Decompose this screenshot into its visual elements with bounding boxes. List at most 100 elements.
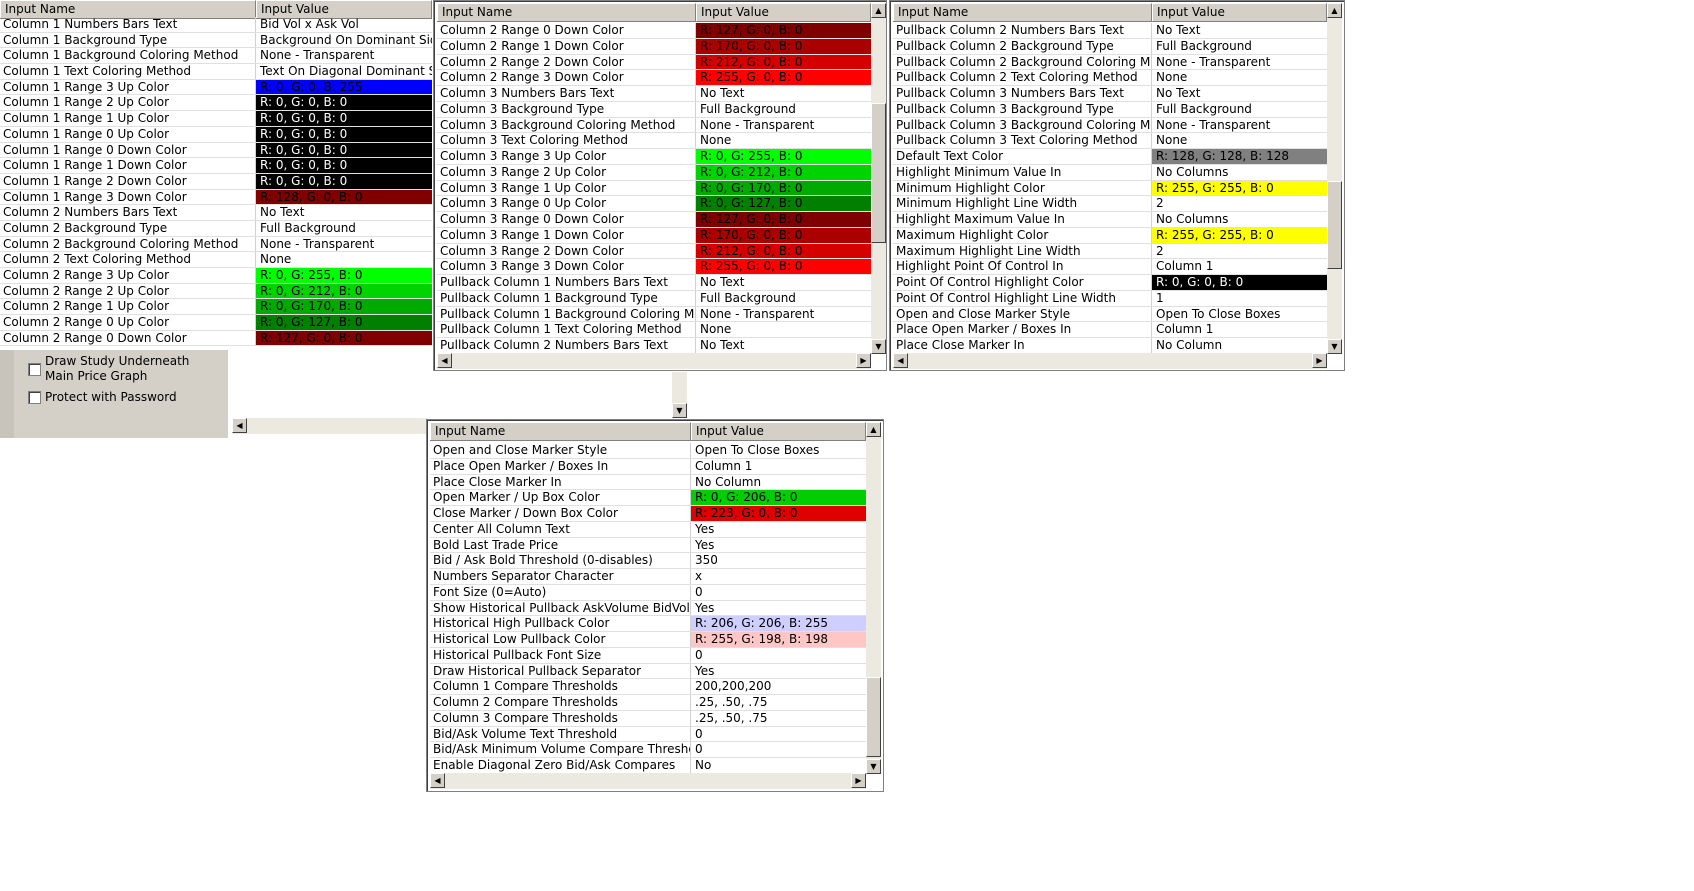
color-value-cell[interactable]: R: 128, G: 0, B: 0 [256,189,432,205]
input-value-cell[interactable]: No Text [696,86,871,101]
input-value-cell[interactable]: Open To Close Boxes [691,443,866,458]
input-value-cell[interactable]: No [691,758,866,773]
input-row[interactable]: Bid/Ask Minimum Volume Compare Thresho..… [430,742,866,758]
input-row[interactable]: Column 1 Text Coloring Method Text On Dia… [0,64,432,80]
input-row[interactable]: Pullback Column 3 Numbers Bars Text No Te… [893,86,1327,102]
input-row[interactable]: Show Historical Pullback AskVolume BidVo… [430,600,866,617]
input-value-cell[interactable]: Yes [691,522,866,537]
color-value-cell[interactable]: R: 0, G: 255, B: 0 [696,149,871,164]
input-row[interactable]: Point Of Control Highlight Line Width 1 [893,290,1327,307]
panel-2-hscrollbar[interactable]: ◀ ▶ [437,353,871,369]
color-value-cell[interactable]: R: 0, G: 0, B: 0 [256,111,432,126]
input-value-cell[interactable]: Full Background [696,102,871,117]
input-row[interactable]: Place Close Marker In No Column [430,474,866,491]
input-value-cell[interactable]: None - Transparent [696,307,871,322]
header-input-value[interactable]: Input Value [1152,3,1327,21]
input-row[interactable]: Column 3 Text Coloring Method None [437,133,871,149]
input-row[interactable]: Column 3 Range 3 Down Color R: 255, G: 0,… [437,259,871,275]
input-row[interactable]: Column 3 Range 0 Down Color R: 127, G: 0,… [437,212,871,228]
input-row[interactable]: Column 2 Range 2 Up Color R: 0, G: 212, B… [0,283,432,300]
input-value-cell[interactable]: 200,200,200 [691,679,866,694]
color-value-cell[interactable]: R: 0, G: 0, B: 255 [256,79,432,95]
input-value-cell[interactable]: Yes [691,538,866,553]
input-row[interactable]: Highlight Point Of Control In Column 1 [893,259,1327,275]
input-value-cell[interactable]: Column 1 [691,459,866,474]
input-row[interactable]: Pullback Column 3 Background Type Full Ba… [893,101,1327,118]
color-value-cell[interactable]: R: 0, G: 127, B: 0 [256,315,432,330]
scroll-thumb[interactable] [866,677,881,757]
input-row[interactable]: Open and Close Marker Style Open To Close… [893,306,1327,323]
input-row[interactable]: Column 2 Numbers Bars Text No Text [0,205,432,221]
scrollbar-fragment[interactable]: ▼ [672,372,687,418]
input-row[interactable]: Column 2 Compare Thresholds .25, .50, .75 [430,695,866,711]
color-value-cell[interactable]: R: 255, G: 0, B: 0 [696,259,871,274]
color-value-cell[interactable]: R: 127, G: 0, B: 0 [696,23,871,38]
input-row[interactable]: Column 1 Range 0 Down Color R: 0, G: 0, B… [0,142,432,159]
header-input-value[interactable]: Input Value [691,422,866,440]
color-value-cell[interactable]: R: 0, G: 212, B: 0 [696,164,871,180]
color-value-cell[interactable]: R: 212, G: 0, B: 0 [696,54,871,70]
header-input-name[interactable]: Input Name [437,3,696,21]
input-row[interactable]: Default Text Color R: 128, G: 128, B: 128 [893,149,1327,165]
input-value-cell[interactable]: None - Transparent [256,48,432,63]
color-value-cell[interactable]: R: 170, G: 0, B: 0 [696,227,871,243]
input-value-cell[interactable]: 0 [691,585,866,600]
color-value-cell[interactable]: R: 0, G: 0, B: 0 [256,126,432,142]
input-value-cell[interactable]: No Columns [1152,165,1327,180]
input-value-cell[interactable]: Full Background [696,291,871,306]
input-row[interactable]: Column 1 Range 1 Up Color R: 0, G: 0, B: … [0,111,432,127]
color-value-cell[interactable]: R: 255, G: 198, B: 198 [691,632,866,647]
input-value-cell[interactable]: No Text [696,275,871,290]
input-row[interactable]: Historical Pullback Font Size 0 [430,647,866,664]
color-value-cell[interactable]: R: 0, G: 0, B: 0 [256,142,432,158]
input-row[interactable]: Pullback Column 2 Background Type Full Ba… [893,38,1327,55]
color-value-cell[interactable]: R: 212, G: 0, B: 0 [696,243,871,259]
scroll-right-icon[interactable]: ▶ [856,353,871,368]
input-row[interactable]: Historical Low Pullback Color R: 255, G: … [430,632,866,648]
color-value-cell[interactable]: R: 255, G: 0, B: 0 [696,70,871,85]
input-value-cell[interactable]: Yes [691,601,866,616]
scroll-down-icon[interactable]: ▼ [672,403,687,418]
input-row[interactable]: Minimum Highlight Line Width 2 [893,196,1327,212]
panel-2-vscrollbar[interactable]: ▲ ▼ [871,3,886,354]
scroll-right-icon[interactable]: ▶ [1312,353,1327,368]
input-row[interactable]: Column 2 Range 2 Down Color R: 212, G: 0,… [437,54,871,71]
panel-3-vscrollbar[interactable]: ▲ ▼ [1327,3,1342,354]
input-value-cell[interactable]: 2 [1152,196,1327,211]
color-value-cell[interactable]: R: 0, G: 170, B: 0 [256,299,432,315]
input-row[interactable]: Pullback Column 3 Background Coloring Me… [893,117,1327,134]
header-input-value[interactable]: Input Value [696,3,871,21]
input-row[interactable]: Column 3 Range 2 Up Color R: 0, G: 212, B… [437,164,871,181]
input-row[interactable]: Numbers Separator Character x [430,569,866,585]
input-row[interactable]: Column 1 Background Type Background On Do… [0,32,432,49]
color-value-cell[interactable]: R: 223, G: 0, B: 0 [691,506,866,521]
scroll-left-icon[interactable]: ◀ [232,418,247,433]
input-row[interactable]: Column 3 Range 1 Up Color R: 0, G: 170, B… [437,180,871,197]
input-row[interactable]: Place Open Marker / Boxes In Column 1 [430,458,866,475]
input-row[interactable]: Column 3 Numbers Bars Text No Text [437,86,871,102]
input-row[interactable]: Pullback Column 2 Numbers Bars Text No Te… [437,338,871,354]
input-value-cell[interactable]: 2 [1152,244,1327,259]
scroll-thumb[interactable] [871,103,886,243]
input-row[interactable]: Column 2 Range 0 Up Color R: 0, G: 127, B… [0,315,432,331]
input-row[interactable]: Highlight Maximum Value In No Columns [893,212,1327,228]
color-value-cell[interactable]: R: 0, G: 170, B: 0 [696,180,871,196]
scroll-down-icon[interactable]: ▼ [866,759,881,774]
panel-4-hscrollbar[interactable]: ◀ ▶ [430,773,866,789]
scroll-left-icon[interactable]: ◀ [437,353,452,368]
input-row[interactable]: Maximum Highlight Line Width 2 [893,243,1327,260]
input-row[interactable]: Place Close Marker In No Column [893,338,1327,354]
input-row[interactable]: Bid / Ask Bold Threshold (0-disables) 350 [430,553,866,569]
input-value-cell[interactable]: None - Transparent [696,118,871,133]
input-value-cell[interactable]: None [256,252,432,267]
input-value-cell[interactable]: None - Transparent [1152,55,1327,70]
input-row[interactable]: Pullback Column 3 Text Coloring Method No… [893,133,1327,149]
input-row[interactable]: Column 3 Background Type Full Background [437,101,871,118]
input-row[interactable]: Point Of Control Highlight Color R: 0, G:… [893,275,1327,291]
scroll-up-icon[interactable]: ▲ [1327,3,1342,18]
input-row[interactable]: Column 2 Range 3 Down Color R: 255, G: 0,… [437,70,871,86]
input-row[interactable]: Column 1 Range 0 Up Color R: 0, G: 0, B: … [0,126,432,143]
input-row[interactable]: Column 1 Range 1 Down Color R: 0, G: 0, B… [0,158,432,174]
panel-3-hscrollbar[interactable]: ◀ ▶ [893,353,1327,369]
input-row[interactable]: Column 2 Background Type Full Background [0,220,432,237]
